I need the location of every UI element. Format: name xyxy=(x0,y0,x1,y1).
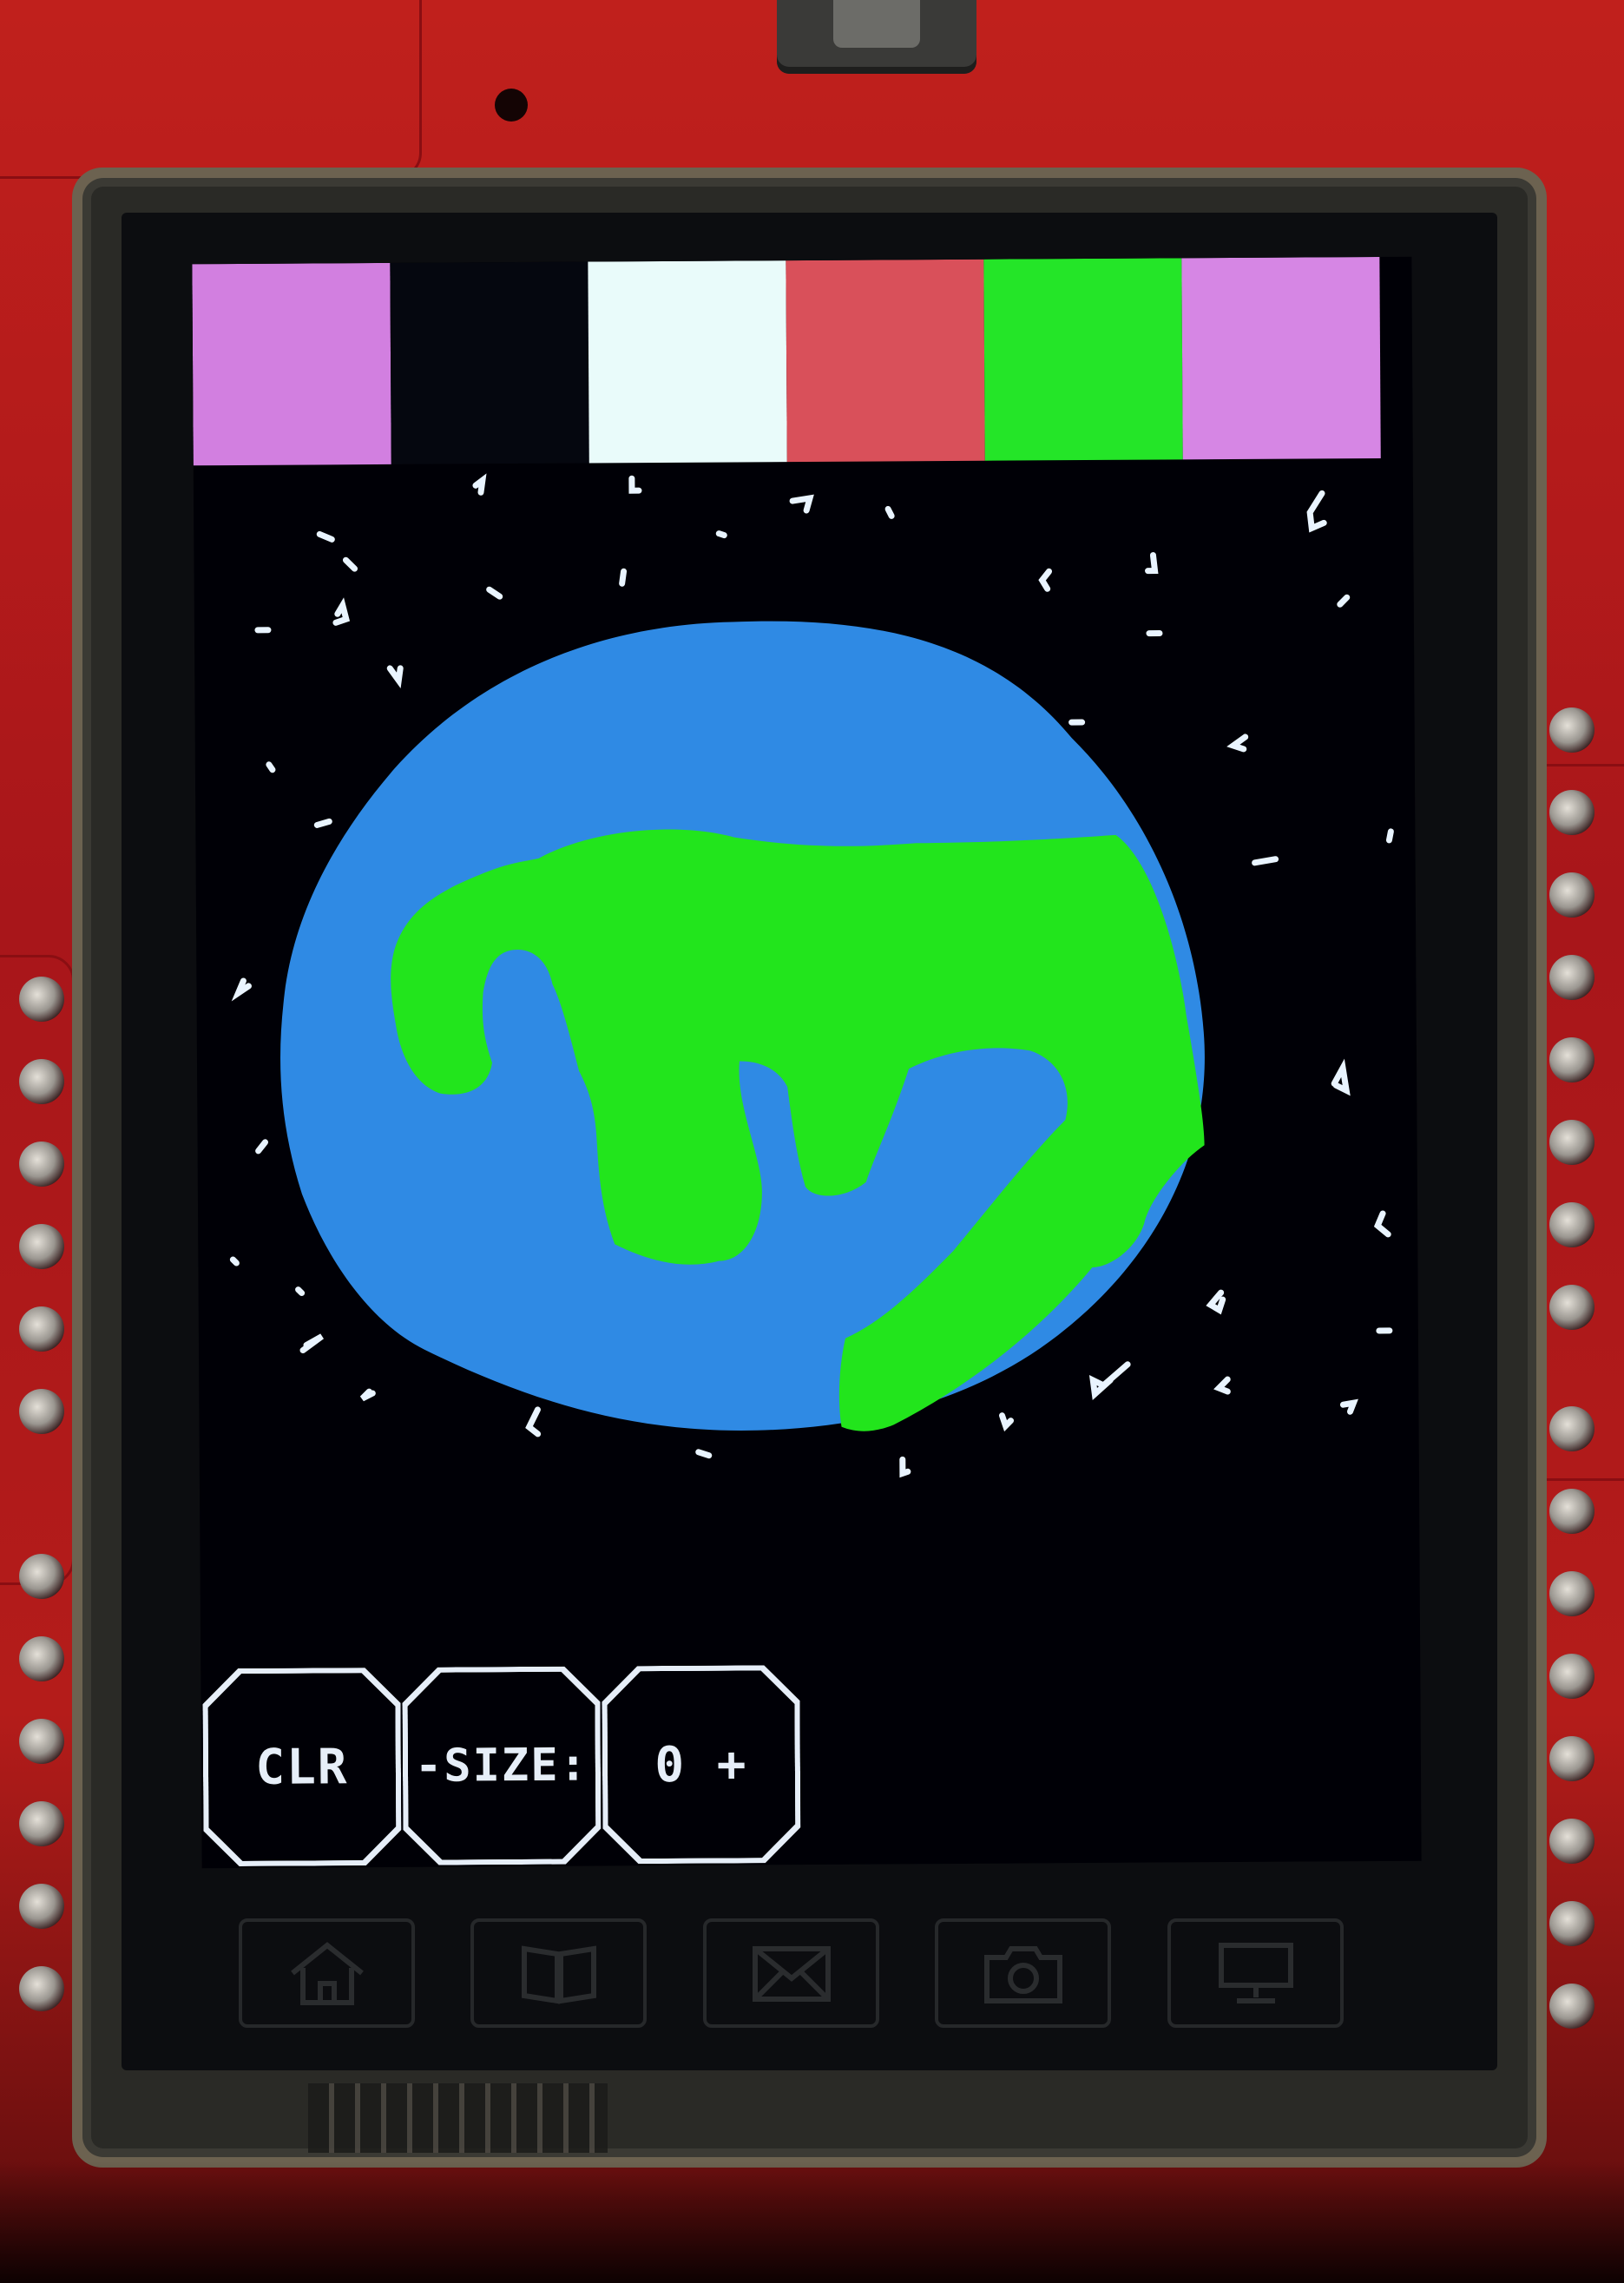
color-swatch-red[interactable] xyxy=(786,259,985,463)
book-icon xyxy=(521,1945,596,2004)
color-swatch-violet[interactable] xyxy=(1181,256,1381,460)
book-softkey[interactable] xyxy=(470,1918,647,2028)
tft-screen[interactable]: CLR -SIZE: 0 + xyxy=(192,256,1422,1869)
arduino-tft-shield: CLR -SIZE: 0 + xyxy=(0,0,1624,2283)
reset-switch[interactable] xyxy=(777,0,976,74)
touch-softkey-bar xyxy=(239,1918,1344,2028)
drawing-canvas[interactable] xyxy=(194,458,1422,1869)
lcd-flex-cable xyxy=(308,2083,608,2153)
right-header-pins xyxy=(1549,707,1601,2062)
size-label: -SIZE: xyxy=(414,1739,589,1793)
camera-softkey[interactable] xyxy=(935,1918,1111,2028)
color-swatch-black[interactable] xyxy=(390,261,589,464)
pcb-trace xyxy=(0,0,422,179)
home-icon xyxy=(290,1942,364,2005)
color-swatch-white[interactable] xyxy=(588,260,787,464)
color-palette xyxy=(192,256,1381,466)
left-header-pins xyxy=(19,977,71,2018)
size-decrease-button[interactable]: -SIZE: xyxy=(402,1666,601,1865)
clear-label: CLR xyxy=(255,1738,349,1796)
mail-icon xyxy=(752,1946,831,2002)
home-softkey[interactable] xyxy=(239,1918,415,2028)
mail-softkey[interactable] xyxy=(703,1918,879,2028)
board-shadow xyxy=(0,2161,1624,2283)
clear-button[interactable]: CLR xyxy=(202,1668,401,1866)
color-swatch-green[interactable] xyxy=(983,258,1183,461)
computer-icon xyxy=(1218,1943,1293,2003)
mounting-hole xyxy=(495,89,528,122)
computer-softkey[interactable] xyxy=(1167,1918,1344,2028)
color-swatch-violet[interactable] xyxy=(192,262,391,466)
camera-icon xyxy=(983,1946,1062,2003)
size-value: 0 + xyxy=(654,1735,748,1793)
size-increase-button[interactable]: 0 + xyxy=(602,1665,800,1864)
